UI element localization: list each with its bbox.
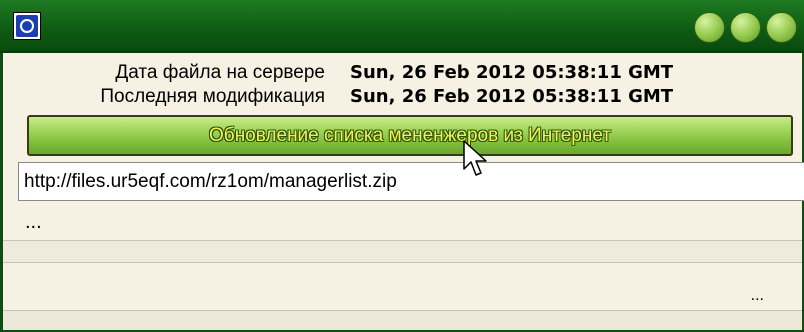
app-icon[interactable] <box>13 12 41 40</box>
status-panel-2: ... <box>3 263 802 310</box>
maximize-button[interactable] <box>730 12 761 43</box>
bottom-strip <box>3 311 802 330</box>
update-list-button[interactable]: Обновление списка мененжеров из Интернет <box>27 115 793 156</box>
url-field[interactable]: http://files.ur5eqf.com/rz1om/managerlis… <box>18 162 804 201</box>
server-date-label: Дата файла на сервере <box>115 62 325 83</box>
minimize-button[interactable] <box>694 12 725 43</box>
progress-bar <box>3 241 802 262</box>
server-date-row: Дата файла на сервере Sun, 26 Feb 2012 0… <box>0 61 804 85</box>
server-date-value: Sun, 26 Feb 2012 05:38:11 GMT <box>350 62 674 83</box>
status-line-2: ... <box>750 287 764 304</box>
modified-label: Последняя модификация <box>100 86 325 107</box>
close-button[interactable] <box>766 12 797 43</box>
title-bar[interactable] <box>0 0 804 53</box>
status-line-1: ... <box>3 212 802 240</box>
modified-value: Sun, 26 Feb 2012 05:38:11 GMT <box>350 86 674 107</box>
modified-row: Последняя модификация Sun, 26 Feb 2012 0… <box>0 85 804 109</box>
